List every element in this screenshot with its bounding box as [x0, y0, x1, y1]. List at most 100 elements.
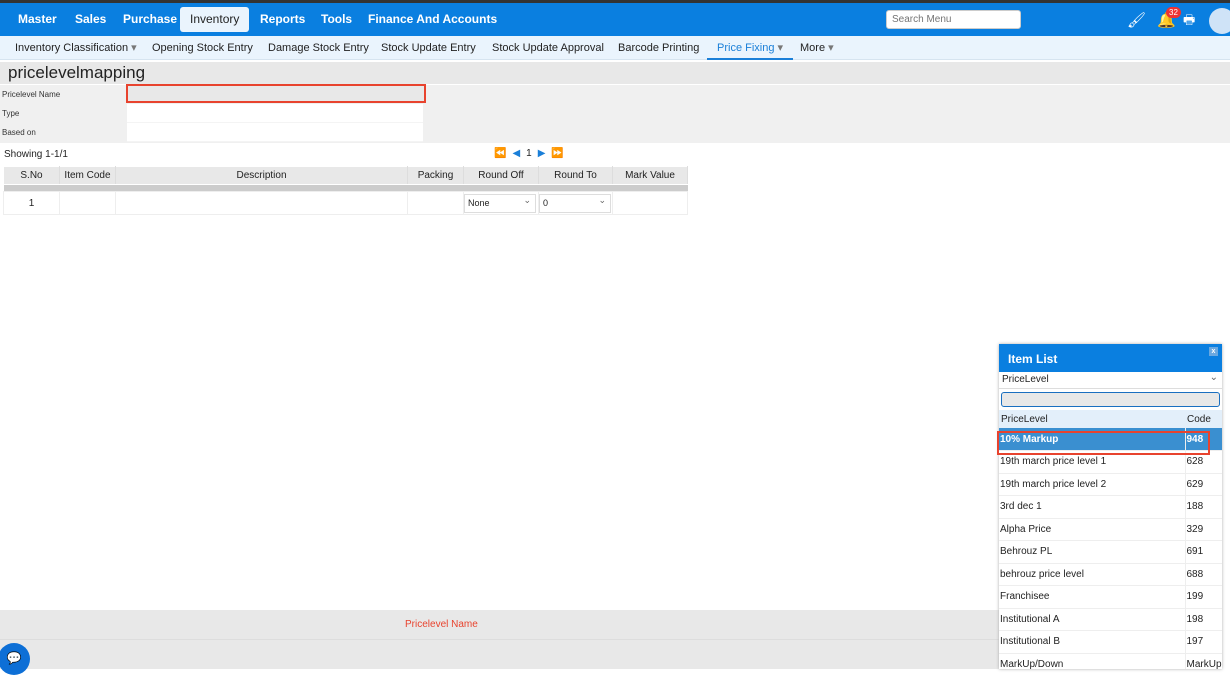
label: Based on: [2, 128, 36, 137]
nav-finance[interactable]: Finance And Accounts: [358, 7, 507, 32]
cell-sno: 1: [3, 191, 60, 215]
list-item[interactable]: Franchisee 199: [999, 585, 1222, 609]
popup-type-select[interactable]: PriceLevel: [999, 372, 1222, 389]
pricelevel-code: 629: [1184, 473, 1222, 496]
pricelevel-code: 691: [1184, 540, 1222, 564]
search-menu-input[interactable]: [886, 10, 1021, 29]
page-number: 1: [526, 148, 532, 159]
nav-inventory[interactable]: Inventory: [180, 7, 250, 32]
round-off-select[interactable]: None: [464, 193, 536, 213]
page-title: pricelevelmapping: [0, 62, 1230, 84]
subnav-inventory-classification[interactable]: Inventory Classification ▾: [15, 36, 137, 60]
header-band: [3, 184, 688, 192]
user-avatar-icon[interactable]: [1209, 8, 1230, 34]
prev-page-icon[interactable]: ◀: [512, 148, 520, 159]
pricelevel-code: MarkUp: [1184, 653, 1222, 669]
subnav-stock-update-entry[interactable]: Stock Update Entry: [381, 36, 476, 60]
subnav-barcode-printing[interactable]: Barcode Printing: [618, 36, 699, 60]
pricelevel-code: 188: [1184, 495, 1222, 519]
subnav-damage-stock[interactable]: Damage Stock Entry: [268, 36, 369, 60]
pricelevel-code: 197: [1184, 630, 1222, 654]
cell-round-off: None: [463, 191, 539, 215]
pricelevel-name: behrouz price level: [999, 563, 1185, 586]
showing-count: Showing 1-1/1: [4, 149, 68, 160]
first-page-icon[interactable]: ⏪: [494, 148, 506, 159]
notification-badge: 32: [1166, 7, 1181, 18]
printer-icon[interactable]: 🖶: [1183, 11, 1195, 33]
main-nav: Master Sales Purchase Inventory Reports …: [0, 3, 1230, 36]
cell-item-code[interactable]: [59, 191, 116, 215]
close-icon[interactable]: x: [1209, 347, 1218, 356]
label: More: [800, 42, 826, 54]
col-code: Code: [1185, 410, 1222, 428]
col-round-off: Round Off: [463, 166, 539, 185]
col-pricelevel: PriceLevel: [999, 410, 1185, 428]
label: Inventory Classification: [15, 42, 129, 54]
col-mark-value: Mark Value: [612, 166, 688, 185]
pricelevel-code: 688: [1184, 563, 1222, 586]
pricelevel-name: Institutional B: [999, 630, 1185, 654]
items-table: S.No Item Code Description Packing Round…: [3, 166, 688, 215]
pricelevel-name: Alpha Price: [999, 518, 1185, 541]
list-item[interactable]: MarkUp/Down MarkUp: [999, 653, 1222, 669]
pager: ⏪ ◀ 1 ▶ ⏩: [494, 148, 570, 159]
list-item[interactable]: Institutional A 198: [999, 608, 1222, 631]
pricelevel-name: 19th march price level 2: [999, 473, 1185, 496]
pricelevel-name: Institutional A: [999, 608, 1185, 631]
round-to-select[interactable]: 0: [539, 193, 611, 213]
based-on-input[interactable]: [127, 123, 423, 142]
field-type: Type: [0, 104, 423, 123]
cell-description[interactable]: [115, 191, 408, 215]
popup-header: Item List x: [999, 344, 1222, 372]
pricelevel-name: MarkUp/Down: [999, 653, 1185, 669]
form: Pricelevel Name Type Based on: [0, 84, 1230, 143]
pricelevel-name-input[interactable]: [126, 84, 426, 103]
list-item[interactable]: 3rd dec 1 188: [999, 495, 1222, 519]
pricelevel-name: Franchisee: [999, 585, 1185, 609]
popup-title: Item List: [1008, 352, 1058, 366]
last-page-icon[interactable]: ⏩: [551, 148, 563, 159]
list-item[interactable]: Alpha Price 329: [999, 518, 1222, 541]
nav-master[interactable]: Master: [8, 7, 67, 32]
label: Type: [2, 109, 20, 118]
next-page-icon[interactable]: ▶: [538, 148, 546, 159]
nav-sales[interactable]: Sales: [65, 7, 116, 32]
popup-search-input[interactable]: [1001, 392, 1220, 407]
list-item[interactable]: Institutional B 197: [999, 630, 1222, 654]
sub-nav: Inventory Classification ▾ Opening Stock…: [0, 36, 1230, 60]
label: Pricelevel Name: [2, 90, 61, 99]
cell-round-to: 0: [538, 191, 613, 215]
caret-down-icon: ▾: [131, 42, 137, 54]
subnav-price-fixing[interactable]: Price Fixing ▾: [707, 36, 794, 60]
pricelevel-name: Behrouz PL: [999, 540, 1185, 564]
col-item-code: Item Code: [59, 166, 116, 185]
pricelevel-code: 198: [1184, 608, 1222, 631]
list-item[interactable]: 19th march price level 2 629: [999, 473, 1222, 496]
nav-purchase[interactable]: Purchase: [113, 7, 187, 32]
field-based-on: Based on: [0, 123, 423, 142]
paint-brush-icon[interactable]: 🖌: [1127, 11, 1146, 29]
subnav-more[interactable]: More ▾: [800, 36, 834, 60]
caret-down-icon: ▾: [777, 42, 784, 54]
field-pricelevel-name: Pricelevel Name: [0, 84, 426, 104]
nav-reports[interactable]: Reports: [250, 7, 315, 32]
cell-packing[interactable]: [407, 191, 464, 215]
col-sno: S.No: [3, 166, 60, 185]
subnav-stock-update-approval[interactable]: Stock Update Approval: [492, 36, 604, 60]
item-list-popup: Item Listx PriceLevel PriceLevelCode 10%…: [999, 344, 1222, 669]
table-row: 1 None 0: [3, 191, 688, 215]
list-item[interactable]: Behrouz PL 691: [999, 540, 1222, 564]
validation-message: Pricelevel Name: [405, 619, 478, 630]
list-item[interactable]: behrouz price level 688: [999, 563, 1222, 586]
chat-icon[interactable]: 💬: [0, 643, 30, 675]
selection-highlight: [997, 431, 1210, 455]
col-description: Description: [115, 166, 408, 185]
caret-down-icon: ▾: [828, 42, 834, 54]
cell-mark-value[interactable]: [612, 191, 688, 215]
col-round-to: Round To: [538, 166, 613, 185]
pricelevel-code: 329: [1184, 518, 1222, 541]
pricelevel-name: 3rd dec 1: [999, 495, 1185, 519]
nav-tools[interactable]: Tools: [311, 7, 362, 32]
type-input[interactable]: [127, 104, 423, 123]
subnav-opening-stock[interactable]: Opening Stock Entry: [152, 36, 253, 60]
